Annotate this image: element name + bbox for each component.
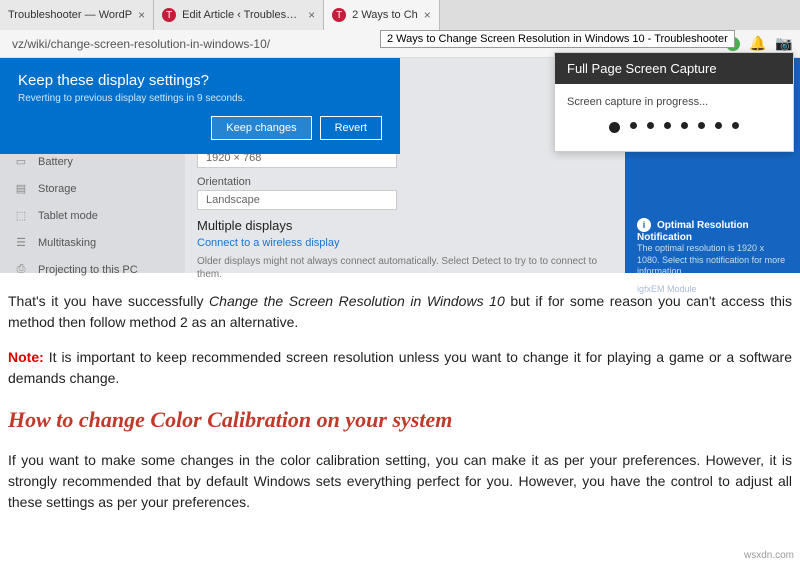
tab-1[interactable]: Troubleshooter — WordP × xyxy=(0,0,154,30)
multitasking-icon: ☰ xyxy=(14,236,28,249)
orientation-label: Orientation xyxy=(197,176,613,188)
sidebar-item-label: Battery xyxy=(38,156,73,168)
sidebar-item-tablet[interactable]: ⬚ Tablet mode xyxy=(0,202,185,229)
tab-2[interactable]: T Edit Article ‹ Troubleshooter — W × xyxy=(154,0,324,30)
favicon-icon: T xyxy=(162,8,176,22)
display-note: Older displays might not always connect … xyxy=(197,255,613,281)
close-icon[interactable]: × xyxy=(308,8,315,22)
extension-icon[interactable]: 🔔 xyxy=(750,36,766,52)
sidebar-item-label: Tablet mode xyxy=(38,210,98,222)
note-paragraph: Note: It is important to keep recommende… xyxy=(8,347,792,389)
sidebar-item-label: Projecting to this PC xyxy=(38,264,138,276)
sidebar-item-label: Storage xyxy=(38,183,77,195)
battery-icon: ▭ xyxy=(14,155,28,168)
revert-button[interactable]: Revert xyxy=(320,116,382,140)
favicon-icon: T xyxy=(332,8,346,22)
tab-title: 2 Ways to Ch xyxy=(352,9,418,21)
capture-title: Full Page Screen Capture xyxy=(555,53,793,84)
notification-body: The optimal resolution is 1920 x 1080. S… xyxy=(637,243,788,278)
sidebar-item-label: Multitasking xyxy=(38,237,96,249)
tab-title: Edit Article ‹ Troubleshooter — W xyxy=(182,9,302,21)
paragraph: That's it you have successfully Change t… xyxy=(8,291,792,333)
keep-changes-button[interactable]: Keep changes xyxy=(211,116,311,140)
notification-module: igfxEM Module xyxy=(637,284,788,294)
tab-tooltip: 2 Ways to Change Screen Resolution in Wi… xyxy=(380,30,735,48)
progress-dots xyxy=(567,122,781,133)
progress-dot-icon xyxy=(647,122,654,129)
progress-dot-icon xyxy=(715,122,722,129)
watermark: wsxdn.com xyxy=(744,550,794,561)
projecting-icon: ⎙ xyxy=(14,263,28,276)
multiple-displays-heading: Multiple displays xyxy=(197,218,613,233)
tab-3[interactable]: T 2 Ways to Ch × xyxy=(324,0,440,30)
sidebar-item-projecting[interactable]: ⎙ Projecting to this PC xyxy=(0,256,185,283)
progress-dot-icon xyxy=(609,122,620,133)
orientation-select[interactable]: Landscape xyxy=(197,190,397,210)
tablet-icon: ⬚ xyxy=(14,209,28,222)
sidebar-item-multitasking[interactable]: ☰ Multitasking xyxy=(0,229,185,256)
close-icon[interactable]: × xyxy=(424,8,431,22)
wireless-display-link[interactable]: Connect to a wireless display xyxy=(197,237,613,249)
progress-dot-icon xyxy=(732,122,739,129)
info-icon: i xyxy=(637,218,651,232)
section-heading: How to change Color Calibration on your … xyxy=(8,403,792,436)
tab-title: Troubleshooter — WordP xyxy=(8,9,132,21)
storage-icon: ▤ xyxy=(14,182,28,195)
progress-dot-icon xyxy=(630,122,637,129)
notification-title: Optimal Resolution Notification xyxy=(637,220,749,243)
display-settings-dialog: Keep these display settings? Reverting t… xyxy=(0,58,400,154)
sidebar-item-storage[interactable]: ▤ Storage xyxy=(0,175,185,202)
dialog-subtitle: Reverting to previous display settings i… xyxy=(18,93,382,104)
article-body: That's it you have successfully Change t… xyxy=(0,273,800,513)
close-icon[interactable]: × xyxy=(138,8,145,22)
dialog-title: Keep these display settings? xyxy=(18,72,382,89)
capture-status: Screen capture in progress... xyxy=(567,96,781,108)
progress-dot-icon xyxy=(681,122,688,129)
paragraph: If you want to make some changes in the … xyxy=(8,450,792,513)
camera-icon[interactable]: 📷 xyxy=(776,36,792,52)
tab-strip: Troubleshooter — WordP × T Edit Article … xyxy=(0,0,800,30)
progress-dot-icon xyxy=(698,122,705,129)
note-label: Note: xyxy=(8,349,44,365)
progress-dot-icon xyxy=(664,122,671,129)
screen-capture-popup: Full Page Screen Capture Screen capture … xyxy=(554,52,794,152)
